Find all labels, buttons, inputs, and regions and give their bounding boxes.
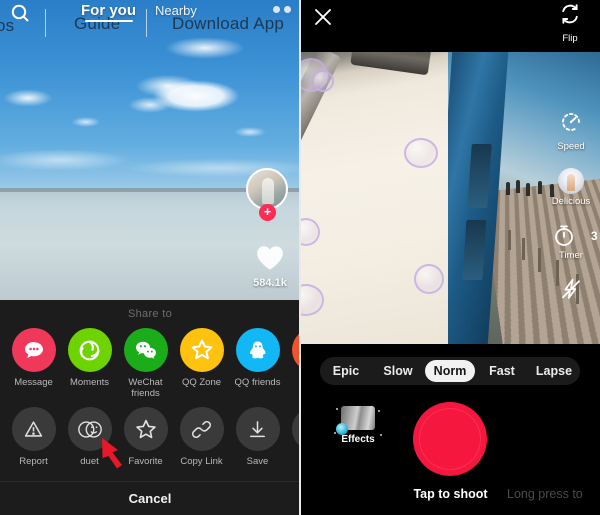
- share-item-copy-link[interactable]: Copy Link: [178, 407, 225, 467]
- train-window: [467, 144, 492, 208]
- flip-camera-button[interactable]: Flip: [548, 2, 592, 44]
- preview-object: [350, 52, 432, 76]
- like-count: 584.1k: [253, 277, 287, 289]
- share-sheet-title: Share to: [128, 308, 172, 320]
- share-item-label: Moments: [69, 377, 110, 388]
- effects-button[interactable]: Effects: [332, 406, 384, 445]
- beauty-filter-label: Delicious: [551, 196, 591, 207]
- beauty-filter-button[interactable]: Delicious: [547, 168, 595, 207]
- speed-label: Speed: [557, 141, 585, 152]
- hint-tap-to-shoot: Tap to shoot: [413, 487, 488, 501]
- bubble: [300, 284, 324, 316]
- effects-sparkle-icon: [336, 406, 375, 435]
- beauty-filter-avatar-icon: [558, 168, 584, 194]
- timer-label: Timer: [559, 250, 583, 261]
- bubble: [300, 218, 320, 246]
- speed-option-epic[interactable]: Epic: [321, 360, 371, 382]
- bubble: [414, 264, 444, 294]
- share-item-label: QQ friends: [234, 377, 281, 388]
- flip-camera-icon: [562, 4, 578, 24]
- right-panel-duet-camera: Guide Download App Flip: [300, 0, 600, 515]
- share-item-favorite[interactable]: Favorite: [122, 407, 169, 467]
- moments-shutter-icon: [67, 328, 112, 372]
- share-item-label: QQ Zone: [181, 377, 222, 388]
- heart-icon: [257, 246, 283, 270]
- star-outline-icon: [123, 407, 168, 451]
- chat-bubble-icon: [11, 328, 56, 372]
- record-shutter-button[interactable]: [413, 402, 487, 476]
- train-window: [462, 220, 487, 280]
- feed-top-nav: For you Nearby: [0, 2, 300, 26]
- follow-button[interactable]: +: [259, 204, 276, 221]
- camera-tools-rail: Speed Delicious 3 Timer: [547, 110, 598, 322]
- share-sheet: Share to Message Moments WeChat friends …: [0, 300, 300, 515]
- share-item-label: Copy Link: [180, 456, 223, 467]
- bubble: [312, 70, 334, 92]
- panel-divider: [299, 0, 301, 515]
- warning-triangle-icon: [11, 407, 56, 451]
- share-item-label: duet: [80, 456, 99, 467]
- wechat-icon: [123, 328, 168, 372]
- camera-top-bar: Flip: [300, 0, 600, 52]
- fence-post: [508, 230, 511, 250]
- fence-post: [538, 248, 541, 272]
- page-dots-indicator: [273, 6, 291, 13]
- like-button[interactable]: 584.1k: [250, 244, 290, 289]
- timer-button[interactable]: 3 Timer: [547, 223, 598, 261]
- share-item-message[interactable]: Message: [10, 328, 57, 399]
- share-item-save[interactable]: Save: [234, 407, 281, 467]
- penguin-icon: [235, 328, 280, 372]
- download-icon: [235, 407, 280, 451]
- bubble: [404, 138, 438, 168]
- share-item-label: Favorite: [128, 456, 163, 467]
- share-item-label: Save: [246, 456, 269, 467]
- effects-label: Effects: [341, 434, 375, 445]
- speed-button[interactable]: Speed: [547, 110, 595, 152]
- star-icon: [179, 328, 224, 372]
- feed-action-rail: + 584.1k: [246, 168, 294, 289]
- flash-button[interactable]: [547, 277, 595, 306]
- timer-value: 3: [590, 229, 598, 243]
- tab-nearby[interactable]: Nearby: [155, 3, 197, 18]
- tab-for-you[interactable]: For you: [81, 2, 136, 22]
- share-targets-row: Message Moments WeChat friends QQ Zone Q…: [0, 320, 300, 399]
- left-panel-feed: os Guide Download App For you Nearby + 5…: [0, 0, 300, 515]
- screenshot-root: os Guide Download App For you Nearby + 5…: [0, 0, 600, 515]
- page-dot: [273, 6, 280, 13]
- speed-option-lapse[interactable]: Lapse: [529, 360, 579, 382]
- share-item-label: Report: [19, 456, 48, 467]
- share-item-moments[interactable]: Moments: [66, 328, 113, 399]
- link-icon: [179, 407, 224, 451]
- hint-long-press: Long press to: [507, 487, 583, 501]
- share-item-report[interactable]: Report: [10, 407, 57, 467]
- speed-selector: Epic Slow Norm Fast Lapse: [320, 357, 580, 385]
- close-icon[interactable]: [312, 6, 334, 28]
- flash-off-icon: [562, 278, 580, 299]
- share-item-label: WeChat friends: [128, 377, 163, 399]
- share-item-label: Message: [14, 377, 53, 388]
- speed-option-fast[interactable]: Fast: [477, 360, 527, 382]
- share-actions-row: Report duet Favorite Copy Link Save: [0, 399, 300, 467]
- duet-preview: Speed Delicious 3 Timer: [300, 52, 600, 344]
- speed-option-norm[interactable]: Norm: [425, 360, 475, 382]
- share-item-duet[interactable]: duet: [66, 407, 113, 467]
- share-item-qq-friends[interactable]: QQ friends: [234, 328, 281, 399]
- cancel-button[interactable]: Cancel: [0, 481, 300, 515]
- share-item-qq-zone[interactable]: QQ Zone: [178, 328, 225, 399]
- speed-option-slow[interactable]: Slow: [373, 360, 423, 382]
- fence-post: [522, 238, 525, 260]
- share-item-wechat-friends[interactable]: WeChat friends: [122, 328, 169, 399]
- duet-two-circles-icon: [67, 407, 112, 451]
- cancel-label: Cancel: [128, 491, 172, 506]
- camera-bottom-controls: Epic Slow Norm Fast Lapse Effects Tap to…: [300, 344, 600, 515]
- flip-label: Flip: [562, 33, 578, 44]
- speed-gauge-icon: [562, 113, 580, 131]
- camera-feed-bubbles[interactable]: [300, 52, 448, 344]
- page-dot: [284, 6, 291, 13]
- avatar-image: [262, 178, 274, 204]
- timer-icon: [555, 225, 574, 246]
